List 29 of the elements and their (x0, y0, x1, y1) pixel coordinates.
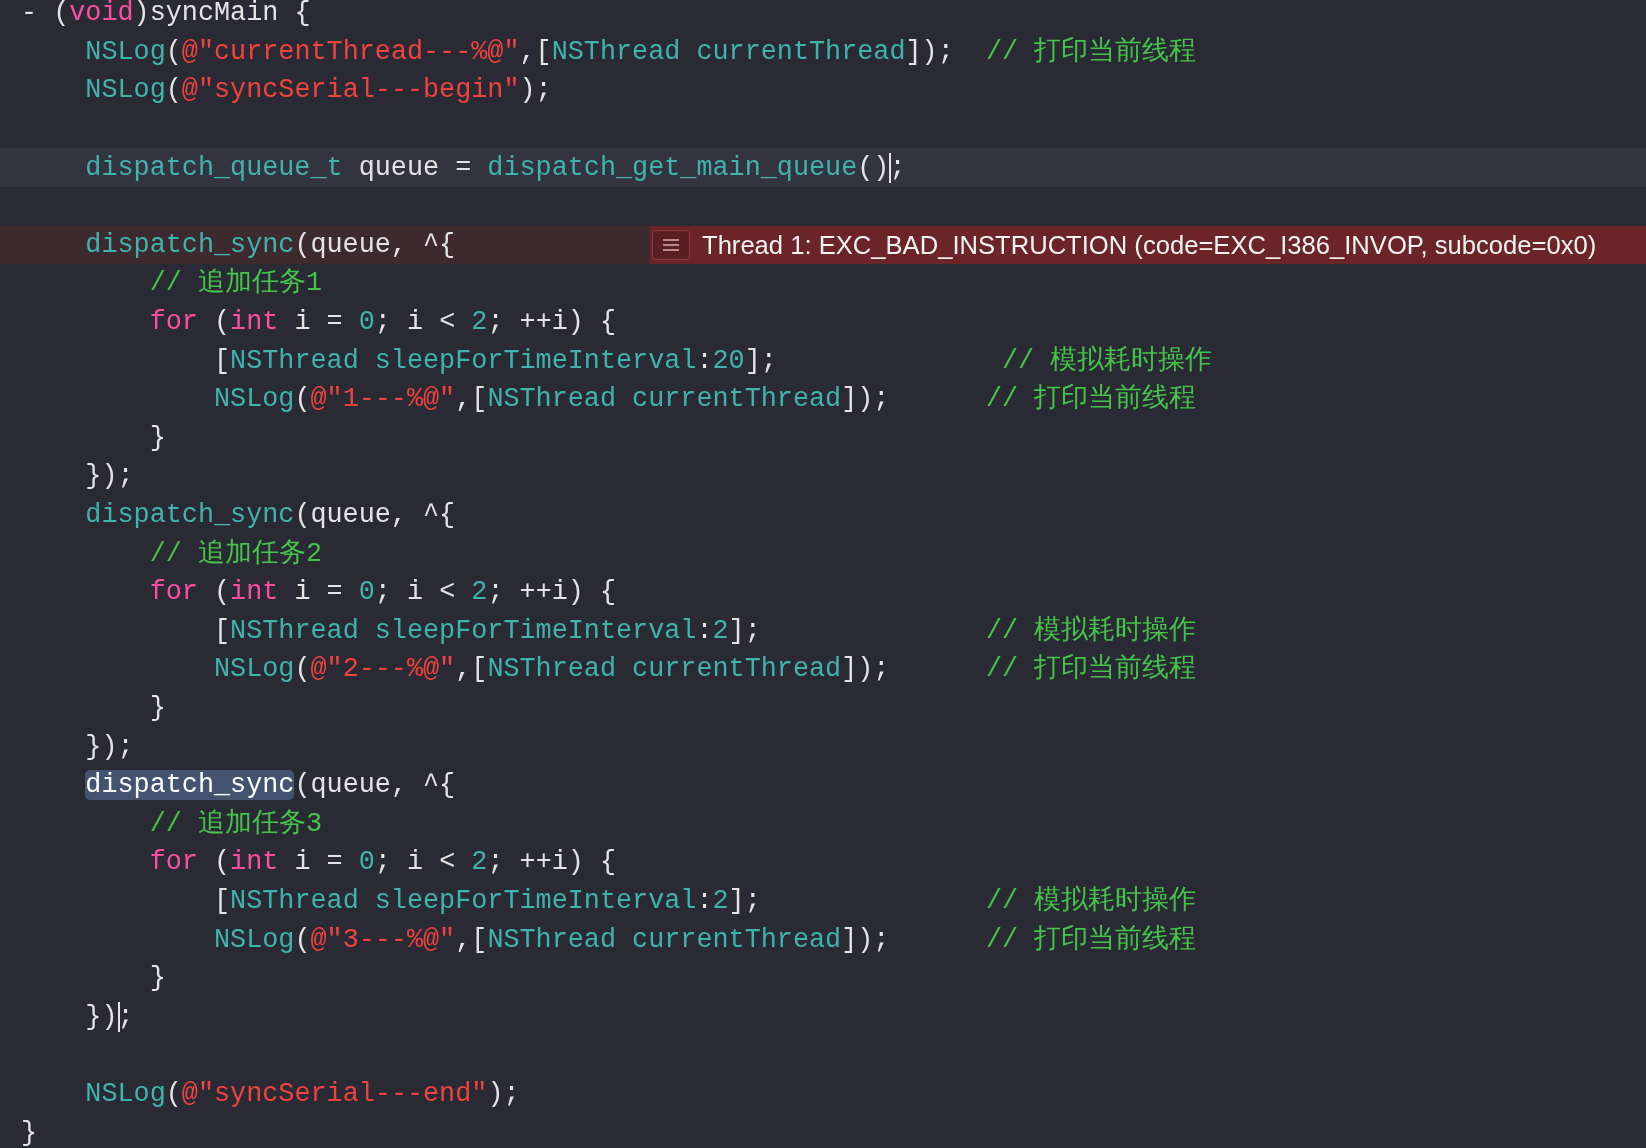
code-line: }); (84, 730, 134, 764)
code-line: } (148, 692, 166, 725)
code-line: } (148, 421, 166, 455)
code-line: NSLog(@"syncSerial---end"); (84, 1077, 520, 1111)
code-line: NSLog(@"2---%@",[NSThread currentThread]); // 打印当前线程 (212, 653, 1197, 687)
code-line: NSLog(@"1---%@",[NSThread currentThread]); // 打印当前线程 (212, 383, 1197, 417)
list-icon[interactable] (652, 229, 690, 260)
code-line: dispatch_queue_t queue = dispatch_get_main_queue(); (84, 151, 906, 185)
code-line: dispatch_sync(queue, ^{ (84, 769, 456, 803)
code-line: } (148, 962, 166, 996)
code-line: for (int i = 0; i < 2; ++i) { (148, 306, 617, 340)
code-line: NSLog(@"currentThread---%@",[NSThread currentThread]); // 打印当前线程 (84, 35, 1197, 69)
code-line: // 追加任务2 (148, 537, 322, 571)
code-line: NSLog(@"syncSerial---begin"); (84, 74, 552, 108)
code-line: for (int i = 0; i < 2; ++i) { (148, 576, 617, 610)
code-line: // 追加任务1 (148, 266, 322, 301)
code-line: dispatch_sync(queue, ^{ (84, 499, 456, 532)
code-line: } (21, 1116, 38, 1148)
code-line: [NSThread sleepForTimeInterval:2]; // 模拟耗时操作 (212, 614, 1197, 648)
code-line: [NSThread sleepForTimeInterval:2]; // 模拟耗时操作 (212, 884, 1197, 918)
code-line: - (void)syncMain { (21, 0, 311, 31)
code-line: for (int i = 0; i < 2; ++i) { (148, 846, 617, 880)
code-line: dispatch_sync(queue, ^{ (84, 228, 456, 262)
code-line: }); (84, 460, 134, 494)
code-line: // 追加任务3 (148, 807, 322, 841)
error-message: Thread 1: EXC_BAD_INSTRUCTION (code=EXC_I386_INVOP, subcode=0x0) (702, 229, 1597, 261)
code-line: }); (84, 1000, 134, 1034)
code-line: [NSThread sleepForTimeInterval:20]; // 模拟耗时操作 (212, 344, 1213, 378)
code-line: NSLog(@"3---%@",[NSThread currentThread]); // 打印当前线程 (212, 923, 1197, 957)
